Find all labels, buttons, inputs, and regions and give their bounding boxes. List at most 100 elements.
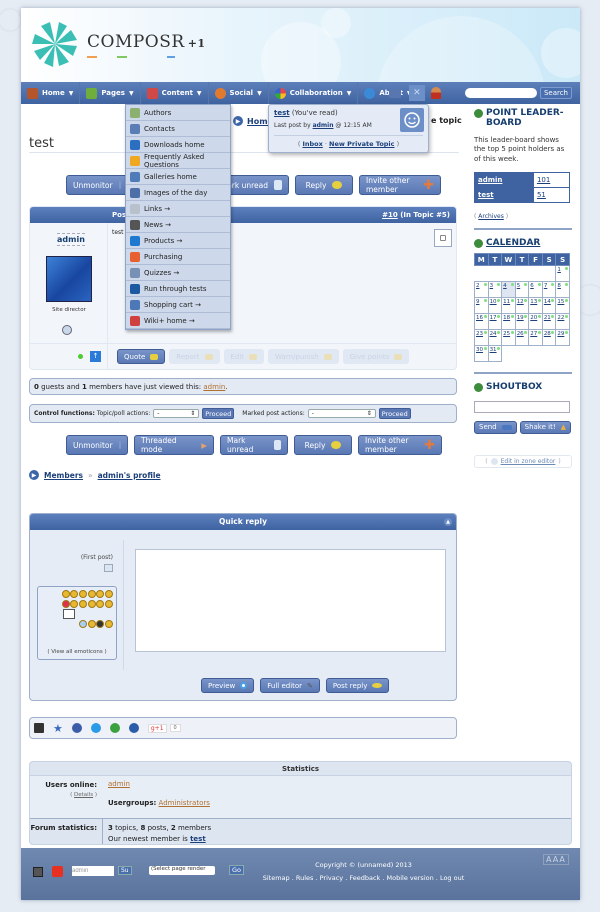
shout-send-button[interactable]: Send	[474, 420, 517, 434]
emoticon-icon[interactable]	[87, 600, 96, 608]
full-editor-button[interactable]: Full editor ✎	[260, 678, 320, 693]
emoticon-icon[interactable]	[52, 866, 63, 877]
post-reply-button[interactable]: Post reply	[325, 678, 390, 693]
menu-item[interactable]: Wiki+ home →	[126, 313, 230, 329]
search-input[interactable]	[464, 88, 537, 98]
nav-pages[interactable]: Pages ▼	[80, 82, 141, 104]
nav-content[interactable]: Content ▼	[141, 82, 209, 104]
post-author-name[interactable]: admin	[57, 233, 85, 246]
digg-icon[interactable]	[128, 723, 139, 733]
post-number-link[interactable]: #10	[382, 211, 398, 219]
twitter-icon[interactable]	[90, 723, 101, 733]
font-size-toggle[interactable]: AAA	[543, 854, 569, 865]
composr-logo-icon[interactable]	[31, 20, 79, 68]
calendar-day[interactable]: 23	[474, 329, 489, 347]
calendar-day[interactable]: 24	[487, 329, 503, 347]
calendar-day[interactable]: 4	[501, 281, 516, 299]
print-icon[interactable]	[34, 723, 44, 733]
su-button[interactable]: Su	[118, 866, 132, 875]
threaded-mode-button[interactable]: Threaded mode ▶	[134, 435, 214, 455]
emoticon-icon[interactable]	[78, 590, 87, 598]
quote-button[interactable]: Quote	[117, 349, 166, 364]
calendar-day[interactable]: 3	[487, 281, 503, 299]
edit-zone-link[interactable]: Edit in zone editor	[501, 458, 556, 465]
notifications-icon[interactable]	[388, 88, 401, 98]
warn-punish-button[interactable]: Warn/punish	[268, 349, 339, 364]
calendar-day[interactable]: 14	[541, 297, 557, 315]
menu-item[interactable]: News →	[126, 217, 230, 233]
search-button[interactable]: Search	[539, 87, 572, 99]
emoticon-icon[interactable]	[78, 620, 87, 628]
footer-link[interactable]: Feedback	[349, 874, 380, 882]
emoticon-icon[interactable]	[61, 600, 70, 608]
emoticon-icon[interactable]	[104, 590, 113, 598]
footer-link[interactable]: Rules	[296, 874, 314, 882]
calendar-day[interactable]: 9	[474, 297, 489, 315]
pt-last-poster-link[interactable]: admin	[313, 122, 334, 129]
newest-member-link[interactable]: test	[190, 835, 206, 843]
preview-button[interactable]: Preview	[201, 678, 255, 693]
calendar-day[interactable]: 27	[528, 329, 543, 347]
emoticon-icon[interactable]	[87, 620, 96, 628]
sign-emoticon[interactable]	[63, 609, 75, 619]
menu-item[interactable]: Quizzes →	[126, 265, 230, 281]
no-js-icon[interactable]	[33, 867, 43, 877]
emoticon-icon[interactable]	[87, 590, 96, 598]
details-link[interactable]: Details	[74, 792, 93, 798]
calendar-day[interactable]: 30	[474, 345, 489, 363]
footer-link[interactable]: Sitemap	[263, 874, 290, 882]
menu-item[interactable]: Downloads home	[126, 137, 230, 153]
members-link[interactable]: Members	[44, 471, 83, 480]
calendar-day[interactable]: 21	[541, 313, 557, 331]
calendar-day[interactable]: 13	[528, 297, 543, 315]
invite-member-button[interactable]: Invite other member ✚	[359, 175, 441, 195]
footer-link[interactable]: Privacy	[320, 874, 344, 882]
menu-item[interactable]: Run through tests	[126, 281, 230, 297]
archives-link[interactable]: Archives	[478, 213, 504, 220]
calendar-day[interactable]: 29	[555, 329, 570, 347]
emoticon-icon[interactable]	[104, 600, 113, 608]
quick-reply-textarea[interactable]	[135, 549, 446, 652]
post-select-checkbox[interactable]	[434, 229, 452, 247]
calendar-day[interactable]: 26	[514, 329, 530, 347]
calendar-day[interactable]: 6	[528, 281, 543, 299]
calendar-day[interactable]: 7	[541, 281, 557, 299]
calendar-day[interactable]: 15	[555, 297, 570, 315]
nav-collaboration[interactable]: Collaboration ▼	[269, 82, 359, 104]
reply-button-bottom[interactable]: Reply	[294, 435, 352, 455]
mark-unread-button[interactable]: Mark unread	[221, 175, 289, 195]
invite-member-button-bottom[interactable]: Invite other member ✚	[358, 435, 442, 455]
emoticon-icon[interactable]	[70, 590, 79, 598]
page-render-select[interactable]: (Select page render	[149, 866, 215, 875]
calendar-day[interactable]: 12	[514, 297, 530, 315]
render-go-button[interactable]: Go	[229, 865, 245, 875]
calendar-day[interactable]: 1	[555, 265, 570, 283]
footer-link[interactable]: Mobile version	[387, 874, 434, 882]
calendar-day[interactable]: 20	[528, 313, 543, 331]
calendar-day[interactable]: 11	[501, 297, 516, 315]
shoutbox-input[interactable]	[474, 401, 570, 414]
menu-item[interactable]: Frequently Asked Questions	[126, 153, 230, 169]
menu-item[interactable]: Purchasing	[126, 249, 230, 265]
menu-item[interactable]: Galleries home	[126, 169, 230, 185]
edit-button[interactable]: Edit	[223, 349, 265, 364]
calendar-day[interactable]: 10	[487, 297, 503, 315]
emoticon-icon[interactable]	[96, 590, 105, 598]
online-admin-link[interactable]: admin	[108, 780, 130, 788]
collapse-icon[interactable]: ▲	[444, 518, 452, 526]
inbox-link[interactable]: Inbox	[302, 140, 322, 148]
private-messages-icon[interactable]: ✕	[408, 85, 425, 101]
google-plus-button[interactable]: g+1	[147, 723, 167, 733]
calendar-day[interactable]: 16	[474, 313, 489, 331]
marked-proceed-button[interactable]: Proceed	[378, 408, 411, 419]
emoticon-icon[interactable]	[96, 600, 105, 608]
menu-item[interactable]: Products →	[126, 233, 230, 249]
topic-proceed-button[interactable]: Proceed	[202, 408, 235, 419]
nav-home[interactable]: Home ▼	[21, 82, 81, 104]
shake-it-button[interactable]: Shake it! ▲	[519, 420, 572, 434]
footer-link[interactable]: Log out	[440, 874, 464, 882]
nav-social[interactable]: Social ▼	[209, 82, 269, 104]
calendar-day[interactable]: 8	[555, 281, 570, 299]
calendar-day[interactable]: 2	[474, 281, 489, 299]
reply-button[interactable]: Reply	[295, 175, 353, 195]
